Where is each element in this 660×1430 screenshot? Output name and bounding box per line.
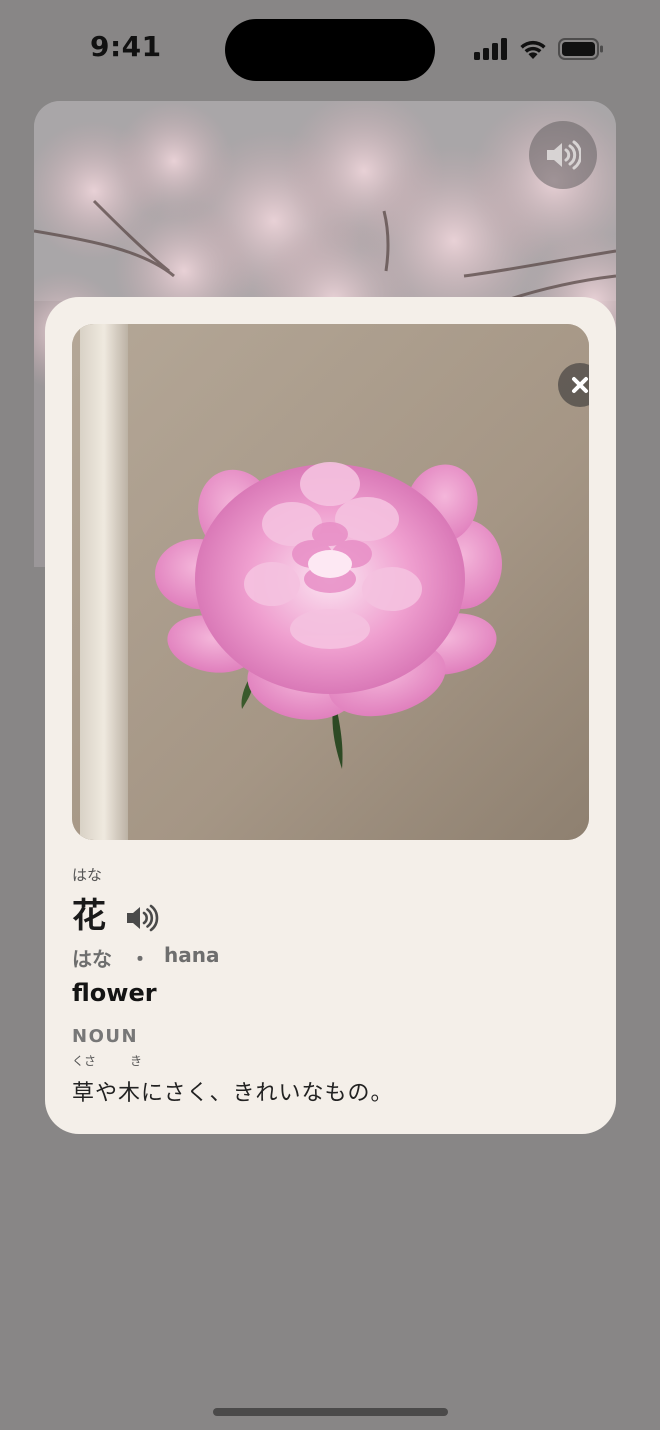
- background-speaker-button[interactable]: [529, 121, 597, 189]
- definition-ruby-kusa: くさ: [72, 1054, 97, 1068]
- part-of-speech: NOUN: [72, 1026, 139, 1047]
- word-card: はな 花 はな ・ hana flower NOUN くさ き 草や木にさく、き…: [45, 297, 616, 1134]
- word-image: [72, 324, 589, 840]
- dynamic-island: [225, 19, 435, 81]
- peony-image: [72, 324, 589, 840]
- speaker-icon: [127, 904, 159, 932]
- status-time: 9:41: [90, 30, 162, 63]
- definition-ruby-ki: き: [130, 1054, 143, 1068]
- status-bar: 9:41: [0, 0, 660, 96]
- wifi-icon: [520, 40, 546, 59]
- close-icon: [572, 377, 588, 393]
- definition-furigana: くさ き: [72, 1052, 272, 1068]
- home-indicator[interactable]: [213, 1408, 448, 1416]
- status-icons: [474, 36, 604, 62]
- pronunciation-button[interactable]: [125, 903, 159, 933]
- reading-romaji: hana: [164, 943, 220, 967]
- cellular-signal-icon: [474, 38, 507, 60]
- word-meaning: flower: [72, 979, 157, 1007]
- word-reading: はな ・ hana: [72, 943, 219, 972]
- word-definition: 草や木にさく、きれいなもの。: [72, 1081, 394, 1106]
- word-kanji: 花: [72, 896, 106, 936]
- battery-icon: [558, 38, 603, 60]
- reading-separator: ・: [130, 947, 150, 971]
- reading-kana: はな: [72, 947, 112, 971]
- word-furigana: はな: [72, 866, 103, 884]
- speaker-icon: [547, 140, 581, 170]
